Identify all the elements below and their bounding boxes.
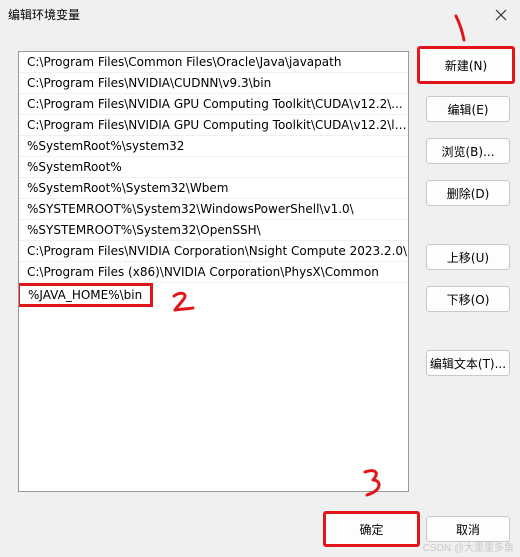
list-item[interactable]: C:\Program Files\NVIDIA GPU Computing To… <box>19 115 408 136</box>
list-item[interactable]: C:\Program Files\NVIDIA Corporation\Nsig… <box>19 241 408 262</box>
watermark: CSDN @大里里多鱼 <box>422 543 514 554</box>
list-item[interactable]: %SYSTEMROOT%\System32\OpenSSH\ <box>19 220 408 241</box>
list-item-selected[interactable]: %JAVA_HOME%\bin <box>19 283 153 307</box>
close-icon <box>495 9 507 21</box>
list-item[interactable]: C:\Program Files (x86)\NVIDIA Corporatio… <box>19 262 408 283</box>
window-title: 编辑环境变量 <box>8 8 81 22</box>
annotation-step-3 <box>363 469 381 497</box>
edit-button[interactable]: 编辑(E) <box>426 96 510 122</box>
edit-text-button[interactable]: 编辑文本(T)... <box>426 350 510 376</box>
list-item[interactable]: %SystemRoot% <box>19 157 408 178</box>
annotation-step-2 <box>172 291 195 312</box>
list-item[interactable]: C:\Program Files\NVIDIA\CUDNN\v9.3\bin <box>19 73 408 94</box>
move-up-button[interactable]: 上移(U) <box>426 244 510 270</box>
annotation-step-1 <box>454 14 466 42</box>
ok-button[interactable]: 确定 <box>323 511 420 547</box>
move-down-button[interactable]: 下移(O) <box>426 286 510 312</box>
browse-button[interactable]: 浏览(B)... <box>426 138 510 164</box>
list-item[interactable]: C:\Program Files\NVIDIA GPU Computing To… <box>19 94 408 115</box>
title-bar: 编辑环境变量 <box>0 0 520 30</box>
list-item[interactable]: C:\Program Files\Common Files\Oracle\Jav… <box>19 52 408 73</box>
list-item[interactable]: %SystemRoot%\system32 <box>19 136 408 157</box>
list-item[interactable]: %SystemRoot%\System32\Wbem <box>19 178 408 199</box>
path-list[interactable]: C:\Program Files\Common Files\Oracle\Jav… <box>18 51 409 492</box>
close-button[interactable] <box>486 0 516 30</box>
new-button[interactable]: 新建(N) <box>417 46 515 84</box>
list-item[interactable]: %SYSTEMROOT%\System32\WindowsPowerShell\… <box>19 199 408 220</box>
delete-button[interactable]: 删除(D) <box>426 180 510 206</box>
